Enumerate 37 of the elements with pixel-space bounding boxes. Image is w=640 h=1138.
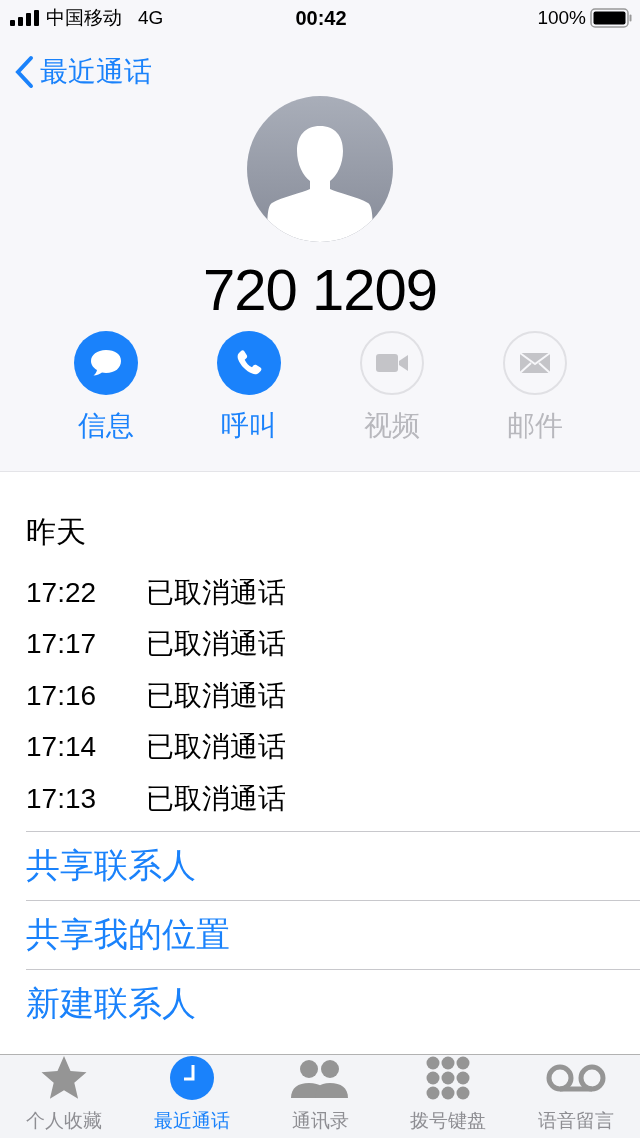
envelope-icon (518, 352, 551, 374)
call-time: 17:17 (26, 628, 98, 661)
battery-icon (590, 8, 632, 28)
call-time: 17:14 (26, 731, 98, 764)
call-time: 17:16 (26, 679, 98, 712)
call-status: 已取消通话 (146, 730, 286, 765)
message-action-button[interactable]: 信息 (50, 331, 161, 445)
speech-bubble-icon (88, 348, 123, 378)
chevron-left-icon (14, 55, 34, 89)
voicemail-icon (546, 1063, 606, 1093)
tab-bar-item[interactable]: 拨号键盘 (384, 1052, 512, 1134)
phone-number: 720 1209 (203, 256, 437, 323)
back-button[interactable]: 最近通话 (14, 53, 152, 91)
status-time: 00:42 (295, 6, 347, 30)
tab-bar-item[interactable]: 通讯录 (256, 1052, 384, 1134)
action-link[interactable]: 共享联系人 (26, 830, 640, 900)
keypad-icon (426, 1056, 470, 1100)
network-type: 4G (138, 7, 164, 29)
call-status: 已取消通话 (146, 627, 286, 662)
day-heading: 昨天 (26, 514, 87, 550)
tab-bar-item[interactable]: 最近通话 (128, 1052, 256, 1134)
battery-percent: 100% (537, 7, 586, 29)
call-status: 已取消通话 (146, 678, 286, 713)
call-status: 已取消通话 (146, 781, 286, 816)
call-action-button[interactable]: 呼叫 (193, 331, 304, 445)
tab-bar-item[interactable]: 语音留言 (512, 1052, 640, 1134)
star-icon (40, 1055, 88, 1101)
action-link[interactable]: 新建联系人 (26, 968, 640, 1038)
carrier-name: 中国移动 (46, 6, 122, 30)
tab-bar-item[interactable]: 个人收藏 (0, 1052, 128, 1134)
call-time: 17:22 (26, 576, 98, 609)
call-status: 已取消通话 (146, 575, 286, 610)
action-link[interactable]: 共享我的位置 (26, 899, 640, 969)
signal-icon (10, 10, 40, 26)
call-time: 17:13 (26, 782, 98, 815)
video-camera-icon (374, 352, 409, 374)
two-people-icon (290, 1057, 350, 1099)
